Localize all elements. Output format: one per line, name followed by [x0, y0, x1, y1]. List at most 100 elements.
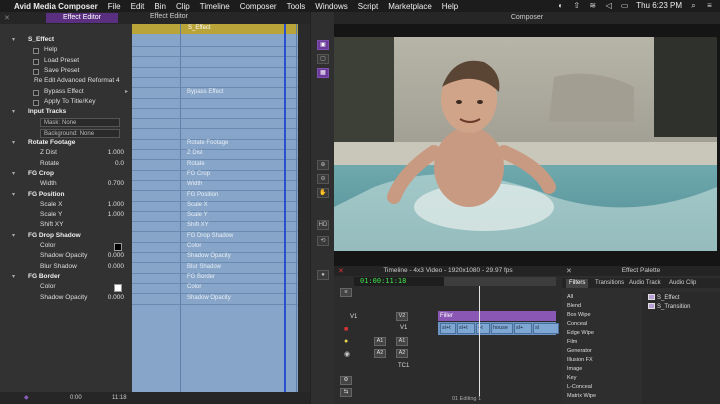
param-value[interactable]: 1.000: [108, 201, 124, 208]
category-key[interactable]: Key: [567, 375, 576, 381]
param-row-save-preset[interactable]: Save Preset: [0, 67, 132, 77]
menu-help[interactable]: Help: [442, 2, 458, 11]
timeline-clip[interactable]: sl+t: [440, 323, 456, 334]
effect-item[interactable]: S_Transition: [648, 303, 690, 310]
effect-editor-scrollbar[interactable]: [298, 24, 310, 392]
lock-icon[interactable]: ■: [344, 326, 348, 333]
disclosure-icon[interactable]: ▾: [12, 170, 15, 177]
param-row-help[interactable]: Help: [0, 46, 132, 56]
timeline-clip[interactable]: sl+: [514, 323, 532, 334]
position-indicator[interactable]: [284, 24, 286, 392]
param-row-color[interactable]: Color: [0, 283, 132, 293]
param-row-blur-shadow[interactable]: Blur Shadow 0.000: [0, 263, 132, 273]
record-icon[interactable]: ●: [317, 270, 329, 280]
disclosure-icon[interactable]: ▾: [12, 273, 15, 280]
palette-close-icon[interactable]: ✕: [566, 267, 572, 275]
disclosure-icon[interactable]: ▾: [12, 232, 15, 239]
timeline-playhead[interactable]: [479, 286, 480, 396]
checkbox[interactable]: [33, 48, 39, 55]
menu-clip[interactable]: Clip: [176, 2, 190, 11]
param-value[interactable]: 1.000: [108, 211, 124, 218]
category-blend[interactable]: Blend: [567, 303, 581, 309]
category-illusion-fx[interactable]: Illusion FX: [567, 357, 593, 363]
timeline-menu-icon[interactable]: ≡: [340, 288, 352, 297]
category-l-conceal[interactable]: L-Conceal: [567, 384, 592, 390]
param-row-fg-border[interactable]: ▾ FG Border: [0, 273, 132, 283]
category-matrix-wipe[interactable]: Matrix Wipe: [567, 393, 596, 399]
checkbox[interactable]: [33, 68, 39, 75]
category-conceal[interactable]: Conceal: [567, 321, 587, 327]
param-row-scale-x[interactable]: Scale X 1.000: [0, 201, 132, 211]
segment-icon[interactable]: ⇆: [340, 388, 352, 397]
checkbox[interactable]: [33, 89, 39, 96]
param-row-shift-xy[interactable]: Shift XY: [0, 221, 132, 231]
timeline-ruler[interactable]: [444, 277, 556, 286]
category-film[interactable]: Film: [567, 339, 577, 345]
track-dropdown[interactable]: Mask: None: [40, 118, 120, 128]
effect-track-header[interactable]: S_Effect: [132, 24, 298, 34]
menu-script[interactable]: Script: [358, 2, 378, 11]
category-generator[interactable]: Generator: [567, 348, 592, 354]
category-edge-wipe[interactable]: Edge Wipe: [567, 330, 594, 336]
monitor-icon[interactable]: ◉: [344, 350, 350, 358]
category-all[interactable]: All: [567, 294, 573, 300]
filler-clip[interactable]: Filler: [438, 311, 556, 321]
clock[interactable]: Thu 6:23 PM: [636, 1, 682, 10]
param-row-re-edit-advanced-reformat-4[interactable]: Re Edit Advanced Reformat 4: [0, 77, 132, 87]
volume-icon[interactable]: ◁: [604, 1, 613, 10]
track-a2-source[interactable]: A2: [374, 349, 386, 358]
menu-edit[interactable]: Edit: [131, 2, 145, 11]
timeline-clip[interactable]: house: [491, 323, 513, 334]
param-row-fg-crop[interactable]: ▾ FG Crop: [0, 170, 132, 180]
menu-marketplace[interactable]: Marketplace: [388, 2, 432, 11]
param-row-fg-position[interactable]: ▾ FG Position: [0, 191, 132, 201]
param-row-color[interactable]: Color: [0, 242, 132, 252]
disclosure-icon[interactable]: ▾: [12, 139, 15, 146]
menu-composer[interactable]: Composer: [240, 2, 277, 11]
menu-timeline[interactable]: Timeline: [200, 2, 230, 11]
zoom-out-icon[interactable]: ⊖: [317, 174, 329, 184]
sync-icon[interactable]: ◐: [556, 1, 565, 10]
tab-transitions[interactable]: Transitions: [592, 279, 627, 288]
param-row-mask[interactable]: Mask: None: [0, 118, 132, 128]
hand-icon[interactable]: ✋: [317, 188, 329, 198]
track-toggle-icon[interactable]: ●: [344, 338, 348, 345]
grid-icon[interactable]: ▦: [317, 68, 329, 78]
param-row-scale-y[interactable]: Scale Y 1.000: [0, 211, 132, 221]
menu-tools[interactable]: Tools: [287, 2, 306, 11]
menu-bin[interactable]: Bin: [154, 2, 166, 11]
window-close-icon[interactable]: ✕: [4, 14, 12, 22]
param-row-apply-to-title-key[interactable]: Apply To Title/Key: [0, 98, 132, 108]
clip-track[interactable]: sl+t sl+t +t house sl+ sl: [438, 322, 559, 335]
render-icon[interactable]: ⟲: [317, 236, 329, 246]
param-value[interactable]: 0.000: [108, 294, 124, 301]
disclosure-icon[interactable]: ▾: [12, 191, 15, 198]
video-frame[interactable]: [334, 37, 717, 251]
tab-filters[interactable]: Filters: [566, 279, 589, 288]
param-row-fg-drop-shadow[interactable]: ▾ FG Drop Shadow: [0, 232, 132, 242]
param-row-input-tracks[interactable]: ▾ Input Tracks: [0, 108, 132, 118]
color-swatch[interactable]: [114, 284, 122, 293]
param-row-background[interactable]: Background: None: [0, 128, 132, 139]
outline-icon[interactable]: ▢: [317, 54, 329, 64]
param-value[interactable]: 1.000: [108, 149, 124, 156]
param-row-shadow-opacity[interactable]: Shadow Opacity 0.000: [0, 252, 132, 262]
track-tc1-label[interactable]: TC1: [398, 363, 409, 369]
track-record-v1[interactable]: V1: [350, 314, 357, 320]
timeline-clip[interactable]: sl: [533, 323, 559, 334]
param-row-rotate-footage[interactable]: ▾ Rotate Footage: [0, 139, 132, 149]
param-row-z-dist[interactable]: Z Dist 1.000: [0, 149, 132, 159]
hd-icon[interactable]: HD: [317, 220, 329, 230]
expand-icon[interactable]: ▸: [125, 88, 128, 95]
upload-icon[interactable]: ⇧: [572, 1, 581, 10]
color-swatch[interactable]: [114, 243, 122, 251]
keyframe-icon[interactable]: ◆: [24, 394, 29, 401]
timeline-close-icon[interactable]: ✕: [338, 267, 344, 275]
category-image[interactable]: Image: [567, 366, 582, 372]
category-box-wipe[interactable]: Box Wipe: [567, 312, 591, 318]
checkbox[interactable]: [33, 58, 39, 65]
effect-mode-icon[interactable]: ▣: [317, 40, 329, 50]
param-row-shadow-opacity[interactable]: Shadow Opacity 0.000: [0, 294, 132, 304]
param-value[interactable]: 0.700: [108, 180, 124, 187]
search-icon[interactable]: ⌕: [689, 1, 698, 10]
